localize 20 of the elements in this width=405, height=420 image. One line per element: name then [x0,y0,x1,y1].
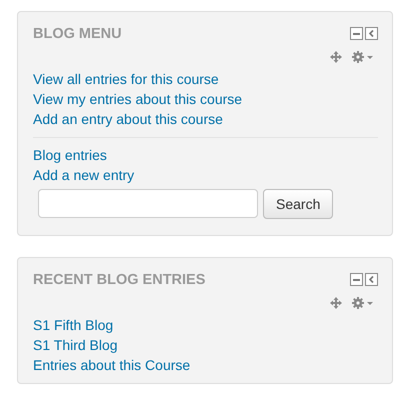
gear-icon[interactable] [352,51,374,63]
move-icon[interactable] [330,51,342,63]
blog-link[interactable]: Add an entry about this course [33,109,223,129]
blog-link[interactable]: Add a new entry [33,165,134,185]
move-icon[interactable] [330,297,342,309]
minimize-icon[interactable] [350,27,363,40]
gear-icon[interactable] [352,297,374,309]
blog-link[interactable]: View my entries about this course [33,89,242,109]
minimize-icon[interactable] [350,273,363,286]
blog-link[interactable]: View all entries for this course [33,69,219,89]
block-title: BLOG MENU [33,25,122,43]
blog-link[interactable]: S1 Third Blog [33,335,118,355]
search-button[interactable]: Search [263,189,334,219]
dock-icon[interactable] [365,27,378,40]
blog-link[interactable]: Blog entries [33,145,107,165]
blog-link[interactable]: S1 Fifth Blog [33,315,114,335]
block-title: RECENT BLOG ENTRIES [33,271,206,289]
search-field[interactable] [38,189,258,218]
blog-link[interactable]: Entries about this Course [33,355,190,375]
dock-icon[interactable] [365,273,378,286]
